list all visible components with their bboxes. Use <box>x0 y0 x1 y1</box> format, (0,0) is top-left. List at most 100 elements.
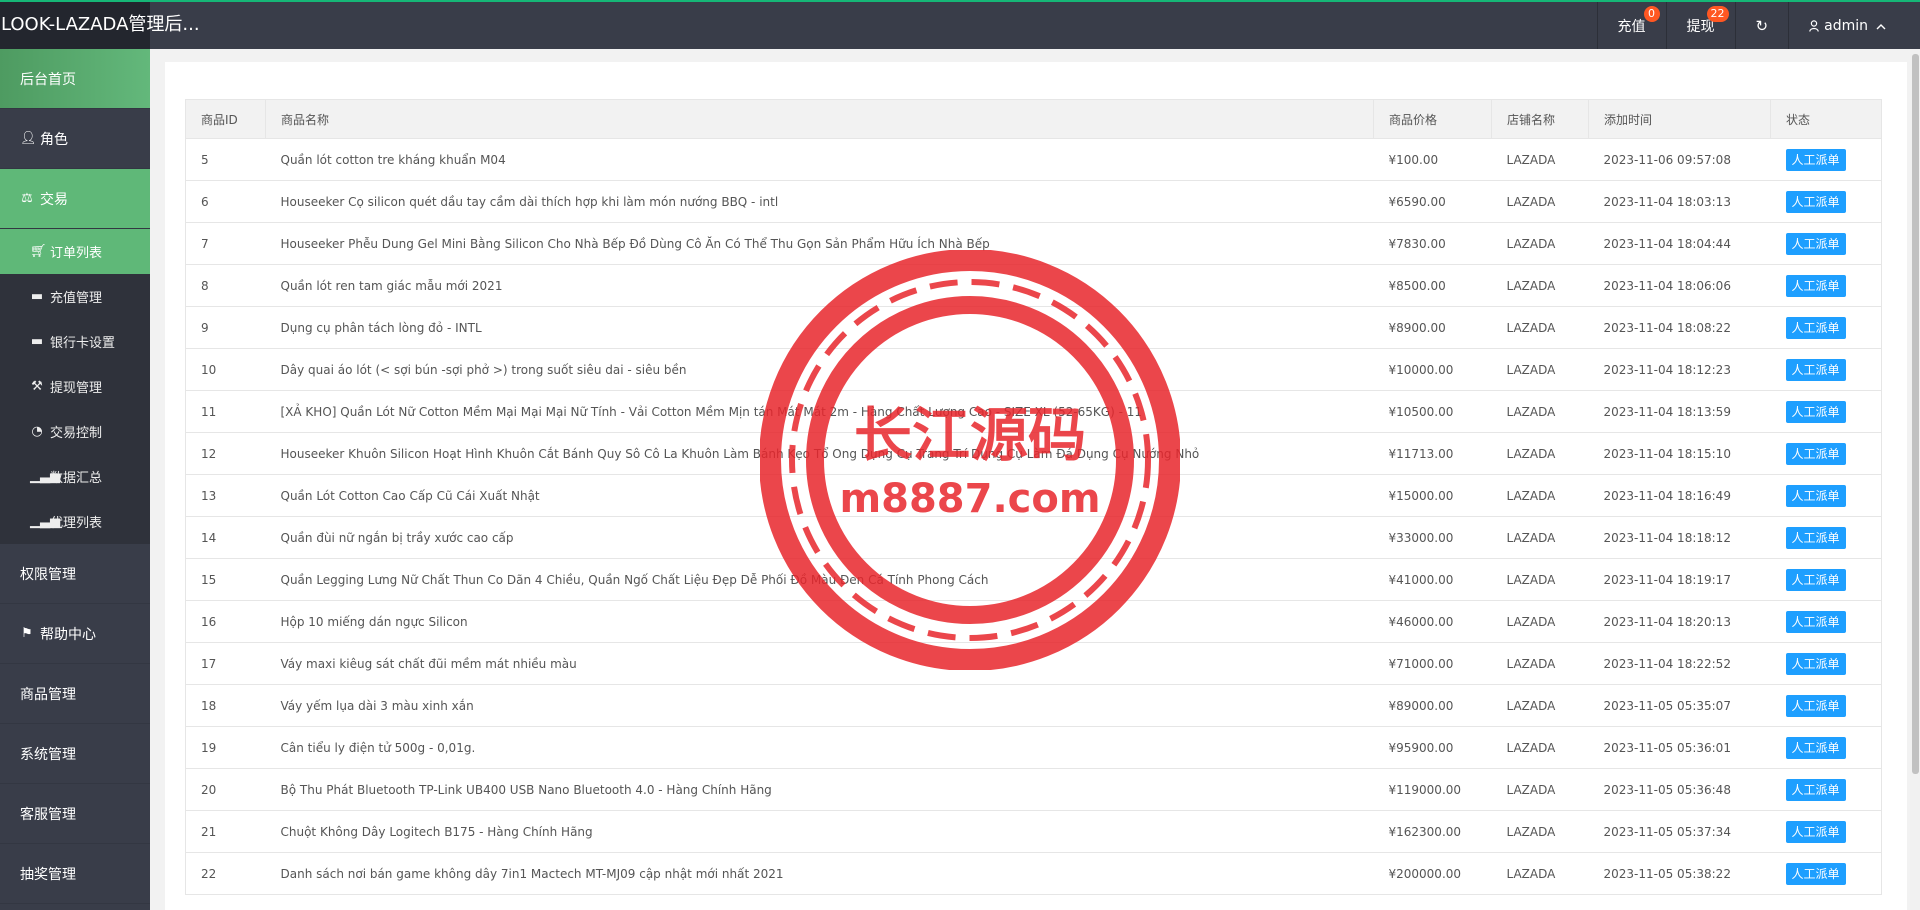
cell-time: 2023-11-04 18:16:49 <box>1588 474 1771 517</box>
sidebar: 后台首页 👤︎ 角色 ⚖︎ 交易 🛒︎ 订单列表 ▬ 充值管理 ▬ 银行卡设置 … <box>0 49 150 910</box>
sidebar-item-lottery[interactable]: 抽奖管理 <box>0 844 150 904</box>
cell-name: Quần Lót Cotton Cao Cấp Cũ Cái Xuất Nhật <box>265 474 1374 517</box>
manual-dispatch-button[interactable]: 人工派单 <box>1785 190 1846 213</box>
sidebar-item-label: 后台首页 <box>20 71 76 88</box>
cell-status: 人工派单 <box>1770 516 1882 559</box>
page-scrollbar[interactable] <box>1910 49 1920 910</box>
manual-dispatch-button[interactable]: 人工派单 <box>1785 862 1846 885</box>
manual-dispatch-button[interactable]: 人工派单 <box>1785 274 1846 297</box>
manual-dispatch-button[interactable]: 人工派单 <box>1785 610 1846 633</box>
cell-status: 人工派单 <box>1770 642 1882 685</box>
manual-dispatch-button[interactable]: 人工派单 <box>1785 736 1846 759</box>
table-row: 19 Cân tiểu ly điện tử 500g - 0,01g. ¥9590… <box>185 726 1882 769</box>
sidebar-item-data-summary[interactable]: ▁▃▅ 数据汇总 <box>0 454 150 499</box>
manual-dispatch-button[interactable]: 人工派单 <box>1785 484 1846 507</box>
cell-time: 2023-11-04 18:19:17 <box>1588 558 1771 601</box>
top-nav: 充值 0 提现 22 ↻ admin <box>1596 2 1906 49</box>
cell-shop: LAZADA <box>1491 264 1589 307</box>
sidebar-item-trade-control[interactable]: ◔ 交易控制 <box>0 409 150 454</box>
chat-icon: ▬ <box>30 334 44 349</box>
cell-time: 2023-11-04 18:08:22 <box>1588 306 1771 349</box>
sidebar-item-help[interactable]: ⚑︎ 帮助中心 <box>0 604 150 664</box>
cell-shop: LAZADA <box>1491 180 1589 223</box>
table-row: 13 Quần Lót Cotton Cao Cấp Cũ Cái Xuất Nh… <box>185 474 1882 517</box>
user-menu[interactable]: admin <box>1788 2 1906 49</box>
sidebar-item-bank-card[interactable]: ▬ 银行卡设置 <box>0 319 150 364</box>
sidebar-item-label: 交易控制 <box>50 426 103 441</box>
cell-time: 2023-11-04 18:06:06 <box>1588 264 1771 307</box>
chevron-up-icon <box>1876 19 1886 33</box>
cell-id: 22 <box>185 852 266 895</box>
cell-price: ¥41000.00 <box>1373 558 1492 601</box>
sidebar-item-withdraw[interactable]: ⚒︎ 提现管理 <box>0 364 150 409</box>
sidebar-item-products[interactable]: 商品管理 <box>0 664 150 724</box>
cell-id: 17 <box>185 642 266 685</box>
cell-status: 人工派单 <box>1770 432 1882 475</box>
col-header-price: 商品价格 <box>1373 99 1492 139</box>
cell-time: 2023-11-05 05:38:22 <box>1588 852 1771 895</box>
manual-dispatch-button[interactable]: 人工派单 <box>1785 358 1846 381</box>
table-row: 16 Hộp 10 miếng dán ngực Silicon ¥46000.00… <box>185 600 1882 643</box>
cell-time: 2023-11-04 18:20:13 <box>1588 600 1771 643</box>
cell-id: 5 <box>185 138 266 181</box>
cell-name: Cân tiểu ly điện tử 500g - 0,01g. <box>265 726 1374 769</box>
cell-id: 21 <box>185 810 266 853</box>
sidebar-item-agent-list[interactable]: ▁▃▅ 代理列表 <box>0 499 150 544</box>
sidebar-item-home[interactable]: 后台首页 <box>0 49 150 109</box>
sidebar-item-label: 提现管理 <box>50 381 103 396</box>
cell-price: ¥89000.00 <box>1373 684 1492 727</box>
user-icon: 👤︎ <box>20 131 37 146</box>
manual-dispatch-button[interactable]: 人工派单 <box>1785 568 1846 591</box>
manual-dispatch-button[interactable]: 人工派单 <box>1785 694 1846 717</box>
cell-price: ¥162300.00 <box>1373 810 1492 853</box>
scale-icon: ⚖︎ <box>21 191 33 206</box>
manual-dispatch-button[interactable]: 人工派单 <box>1785 526 1846 549</box>
cell-id: 20 <box>185 768 266 811</box>
dashboard-icon: ◔ <box>31 424 43 439</box>
sidebar-item-label: 订单列表 <box>50 246 103 261</box>
cell-name: Quần lót cotton tre kháng khuẩn M04 <box>265 138 1374 181</box>
table-row: 12 Houseeker Khuôn Silicon Hoạt Hình Khuô… <box>185 432 1882 475</box>
manual-dispatch-button[interactable]: 人工派单 <box>1785 232 1846 255</box>
sidebar-item-permissions[interactable]: 权限管理 <box>0 544 150 604</box>
cart-icon: 🛒︎ <box>30 244 47 259</box>
sidebar-item-trade[interactable]: ⚖︎ 交易 <box>0 169 150 229</box>
table-row: 17 Váy maxi kiêug sát chất đũi mềm mát nh… <box>185 642 1882 685</box>
cell-status: 人工派单 <box>1770 684 1882 727</box>
sidebar-item-label: 数据汇总 <box>50 471 103 486</box>
sidebar-item-system[interactable]: 系统管理 <box>0 724 150 784</box>
cell-name: Dụng cụ phân tách lòng đỏ - INTL <box>265 306 1374 349</box>
cell-price: ¥10500.00 <box>1373 390 1492 433</box>
cell-id: 12 <box>185 432 266 475</box>
cell-price: ¥15000.00 <box>1373 474 1492 517</box>
sidebar-item-label: 商品管理 <box>20 686 76 703</box>
table-row: 9 Dụng cụ phân tách lòng đỏ - INTL ¥8900.0… <box>185 306 1882 349</box>
sidebar-item-roles[interactable]: 👤︎ 角色 <box>0 109 150 169</box>
manual-dispatch-button[interactable]: 人工派单 <box>1785 442 1846 465</box>
recharge-button[interactable]: 充值 0 <box>1596 2 1666 49</box>
cell-status: 人工派单 <box>1770 726 1882 769</box>
bar-chart-icon: ▁▃▅ <box>30 469 60 484</box>
cell-time: 2023-11-04 18:13:59 <box>1588 390 1771 433</box>
manual-dispatch-button[interactable]: 人工派单 <box>1785 148 1846 171</box>
manual-dispatch-button[interactable]: 人工派单 <box>1785 778 1846 801</box>
cell-time: 2023-11-05 05:35:07 <box>1588 684 1771 727</box>
cell-shop: LAZADA <box>1491 138 1589 181</box>
manual-dispatch-button[interactable]: 人工派单 <box>1785 820 1846 843</box>
cell-id: 6 <box>185 180 266 223</box>
manual-dispatch-button[interactable]: 人工派单 <box>1785 400 1846 423</box>
scrollbar-thumb[interactable] <box>1912 54 1919 774</box>
refresh-button[interactable]: ↻ <box>1734 2 1789 49</box>
cell-name: Hộp 10 miếng dán ngực Silicon <box>265 600 1374 643</box>
cell-shop: LAZADA <box>1491 222 1589 265</box>
sidebar-item-order-list[interactable]: 🛒︎ 订单列表 <box>0 229 150 274</box>
table-row: 6 Houseeker Cọ silicon quét dầu tay cầm d… <box>185 180 1882 223</box>
manual-dispatch-button[interactable]: 人工派单 <box>1785 316 1846 339</box>
sidebar-item-recharge[interactable]: ▬ 充值管理 <box>0 274 150 319</box>
order-table: 商品ID 商品名称 商品价格 店铺名称 添加时间 状态 5 Quần lót co… <box>185 99 1882 895</box>
table-row: 5 Quần lót cotton tre kháng khuẩn M04 ¥100… <box>185 138 1882 181</box>
cell-name: Houseeker Cọ silicon quét dầu tay cầm dà… <box>265 180 1374 223</box>
manual-dispatch-button[interactable]: 人工派单 <box>1785 652 1846 675</box>
withdraw-button[interactable]: 提现 22 <box>1665 2 1735 49</box>
sidebar-item-customer-service[interactable]: 客服管理 <box>0 784 150 844</box>
